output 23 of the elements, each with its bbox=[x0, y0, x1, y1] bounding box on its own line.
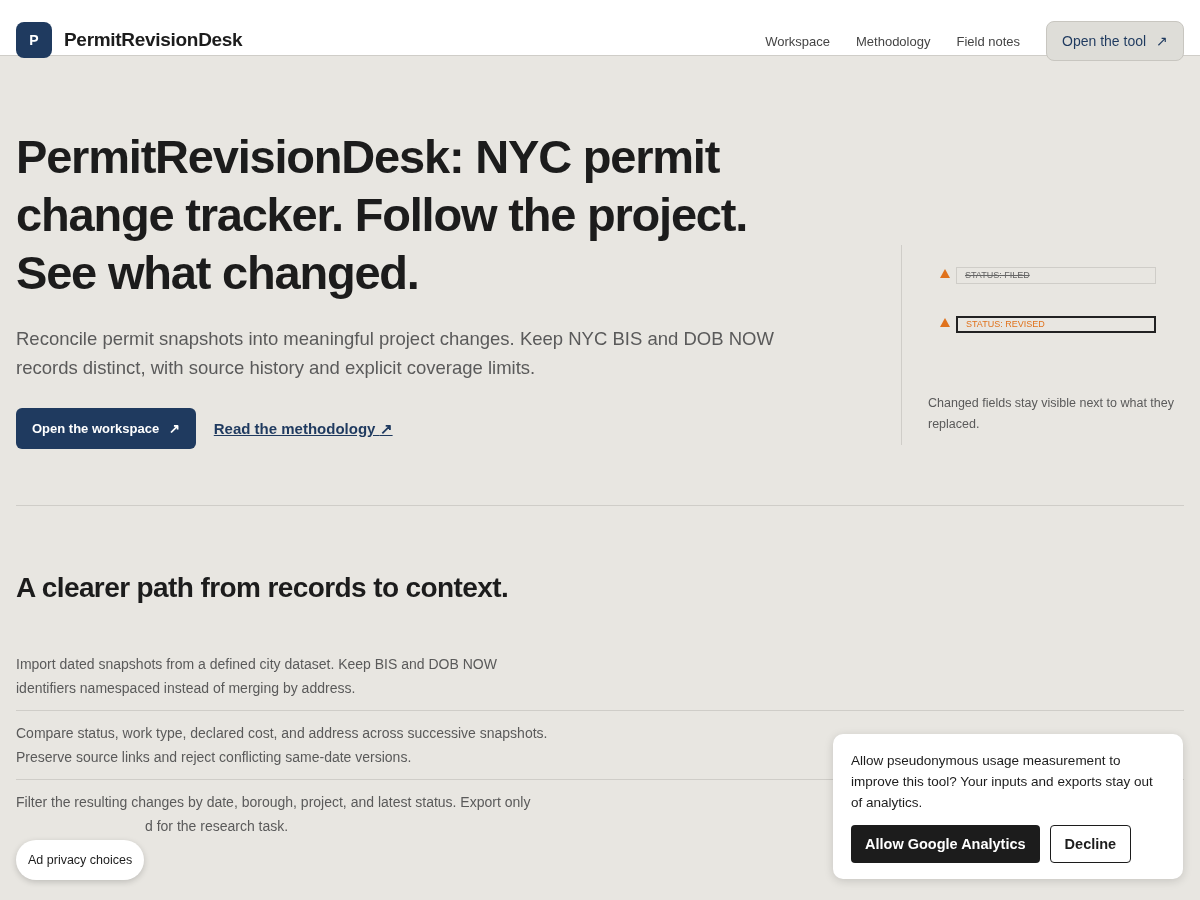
consent-text: Allow pseudonymous usage measurement to improve this tool? Your inputs and exports stay out of analytics. bbox=[851, 752, 1154, 812]
open-workspace-button[interactable]: Open the workspace ↗ bbox=[16, 408, 196, 449]
diagram-caption: Changed fields stay visible next to what they replaced. bbox=[928, 394, 1175, 433]
status-field: STATUS: FILED bbox=[956, 266, 1156, 284]
open-tool-button[interactable]: Open the tool ↗ bbox=[1046, 21, 1184, 61]
nav-link[interactable]: Workspace bbox=[765, 33, 830, 49]
logo-badge[interactable]: P bbox=[16, 22, 52, 58]
status-field: STATUS: REVISED bbox=[956, 315, 1156, 333]
feature-text: Compare status, work type, declared cost, and address across successive snapshots. Preserve source links and reject conflicting same-date versions. bbox=[16, 724, 548, 767]
allow-analytics-button[interactable]: Allow Google Analytics bbox=[851, 825, 1040, 863]
hero-lead: Reconcile permit snapshots into meaningful project changes. Keep NYC BIS and DOB NOW records distinct, with source history and explicit coverage limits. bbox=[16, 327, 775, 380]
feature-text: Import dated snapshots from a defined city dataset. Keep BIS and DOB NOW identifiers namespaced instead of merging by address. bbox=[16, 655, 497, 698]
ad-privacy-button[interactable]: Ad privacy choices bbox=[16, 840, 145, 880]
methodology-link[interactable]: Read the methodology ↗ bbox=[213, 419, 393, 438]
brand-name[interactable]: PermitRevisionDesk bbox=[64, 29, 243, 51]
section-heading: A clearer path from records to context. bbox=[16, 572, 510, 604]
nav-link[interactable]: Field notes bbox=[956, 33, 1021, 49]
warning-triangle-icon bbox=[940, 268, 950, 278]
nav-link[interactable]: Methodology bbox=[856, 33, 931, 49]
decline-button[interactable]: Decline bbox=[1049, 825, 1132, 863]
hero-title: PermitRevisionDesk: NYC permit change tracker. Follow the project. See what changed. bbox=[16, 129, 749, 301]
feature-text: Filter the resulting changes by date, borough, project, and latest status. Export only d for the research task. bbox=[16, 793, 531, 836]
warning-triangle-icon bbox=[940, 317, 950, 327]
